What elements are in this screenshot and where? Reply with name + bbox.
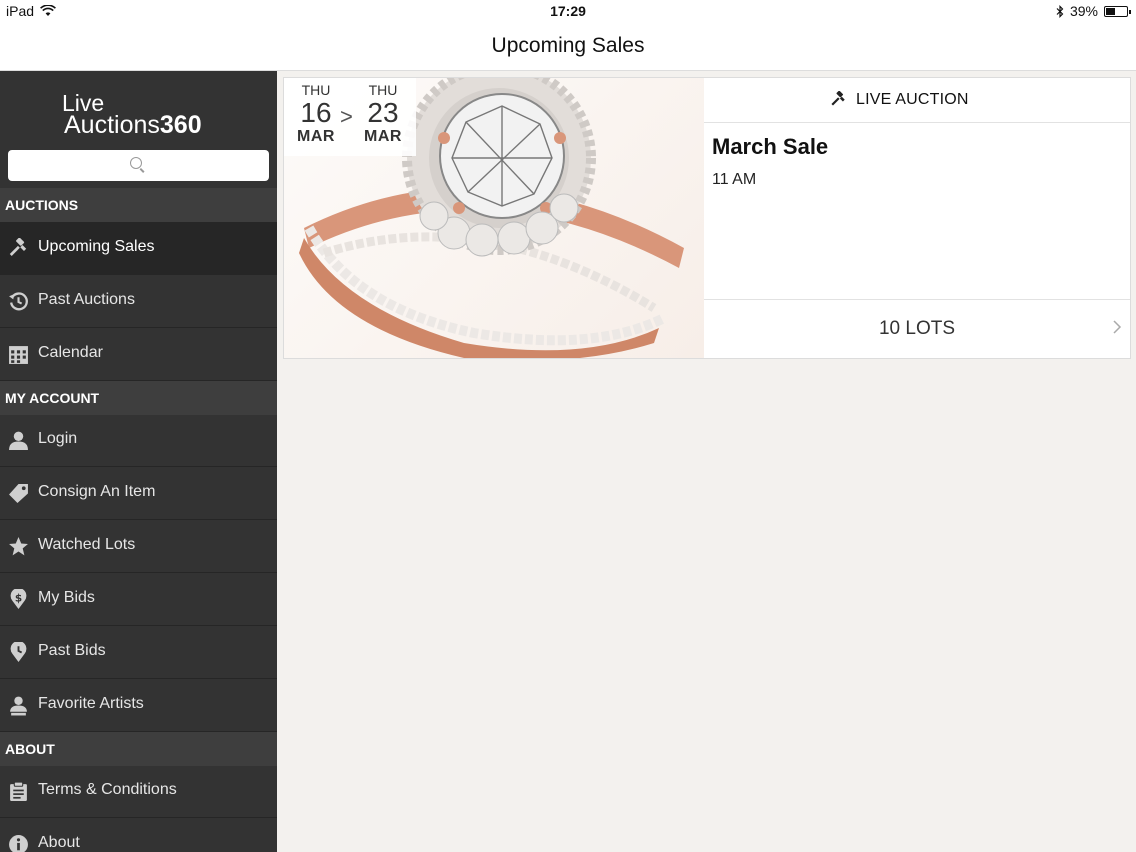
- sidebar-item-terms[interactable]: Terms & Conditions: [0, 765, 277, 818]
- sidebar-item-watched-lots[interactable]: Watched Lots: [0, 520, 277, 573]
- sidebar-item-label: Login: [38, 430, 78, 447]
- history-icon: [9, 292, 28, 311]
- start-date: THU 16 MAR: [291, 82, 341, 146]
- sidebar-item-label: My Bids: [38, 589, 95, 606]
- calendar-icon: [9, 346, 28, 364]
- sidebar-item-favorite-artists[interactable]: Favorite Artists: [0, 679, 277, 732]
- clipboard-icon: [10, 781, 27, 801]
- star-icon: [9, 537, 28, 556]
- sidebar-item-label: Favorite Artists: [38, 695, 144, 712]
- sidebar-item-label: About: [38, 834, 80, 851]
- sidebar-item-past-auctions[interactable]: Past Auctions: [0, 275, 277, 328]
- battery-icon: [1104, 5, 1131, 17]
- sidebar-item-upcoming-sales[interactable]: Upcoming Sales: [0, 222, 277, 275]
- sidebar-item-label: Watched Lots: [38, 536, 136, 553]
- end-month: MAR: [364, 128, 402, 145]
- sale-title: March Sale: [712, 134, 829, 159]
- artist-icon: [10, 696, 27, 716]
- navigation-bar: Upcoming Sales: [0, 22, 1136, 71]
- sale-info: LIVE AUCTION March Sale 11 AM 10 LOTS: [704, 78, 1130, 358]
- search-field[interactable]: [8, 150, 269, 181]
- lots-count: 10 LOTS: [878, 318, 956, 339]
- start-dow: THU: [301, 82, 331, 98]
- tag-icon: [9, 484, 28, 503]
- sale-image: THU 16 MAR > THU 23 MAR: [284, 78, 704, 358]
- sidebar-item-label: Calendar: [38, 344, 103, 361]
- section-header-my-account: MY ACCOUNT: [0, 381, 277, 415]
- search-icon: [130, 157, 142, 169]
- logo-line2: Auctions360: [64, 111, 202, 139]
- end-date: THU 23 MAR: [358, 82, 408, 146]
- chevron-right-icon: [1113, 320, 1122, 334]
- sidebar-item-my-bids[interactable]: $ My Bids: [0, 573, 277, 626]
- sale-time: 11 AM: [712, 171, 757, 188]
- status-time: 17:29: [550, 3, 586, 19]
- sidebar-item-label: Consign An Item: [38, 483, 156, 500]
- auction-type-header: LIVE AUCTION: [704, 78, 1130, 123]
- end-day: 23: [367, 97, 399, 128]
- gavel-icon: [831, 91, 845, 106]
- user-icon: [9, 431, 28, 450]
- svg-text:$: $: [15, 593, 22, 605]
- section-header-auctions: AUCTIONS: [0, 188, 277, 222]
- end-dow: THU: [368, 82, 398, 98]
- gavel-icon: [9, 238, 27, 256]
- date-arrow: >: [340, 104, 353, 129]
- info-icon: [9, 835, 28, 852]
- sidebar: Live Auctions360 AUCTIONS Upcoming Sales…: [0, 71, 277, 852]
- sidebar-item-label: Upcoming Sales: [38, 238, 155, 255]
- sidebar-item-about[interactable]: About: [0, 818, 277, 852]
- sale-card[interactable]: THU 16 MAR > THU 23 MAR LIVE AUCTION Mar…: [283, 77, 1131, 359]
- page-title: Upcoming Sales: [491, 34, 645, 57]
- bluetooth-icon: [1056, 4, 1064, 18]
- start-day: 16: [300, 97, 332, 128]
- auction-type-label: LIVE AUCTION: [856, 91, 969, 108]
- app-logo: Live Auctions360: [0, 71, 277, 148]
- sidebar-item-past-bids[interactable]: Past Bids: [0, 626, 277, 679]
- sidebar-item-label: Past Auctions: [38, 291, 135, 308]
- lots-row[interactable]: 10 LOTS: [704, 299, 1130, 358]
- clock-pin-icon: [10, 642, 27, 662]
- sidebar-item-login[interactable]: Login: [0, 414, 277, 467]
- dollar-pin-icon: $: [10, 589, 27, 609]
- section-header-about: ABOUT: [0, 732, 277, 766]
- battery-percent: 39%: [1069, 3, 1098, 19]
- sidebar-item-label: Terms & Conditions: [38, 781, 177, 798]
- start-month: MAR: [297, 128, 335, 145]
- sidebar-item-label: Past Bids: [38, 642, 106, 659]
- date-range: THU 16 MAR > THU 23 MAR: [284, 78, 416, 156]
- status-bar: iPad 17:29 39%: [0, 0, 1136, 22]
- sidebar-item-consign[interactable]: Consign An Item: [0, 467, 277, 520]
- sidebar-item-calendar[interactable]: Calendar: [0, 328, 277, 381]
